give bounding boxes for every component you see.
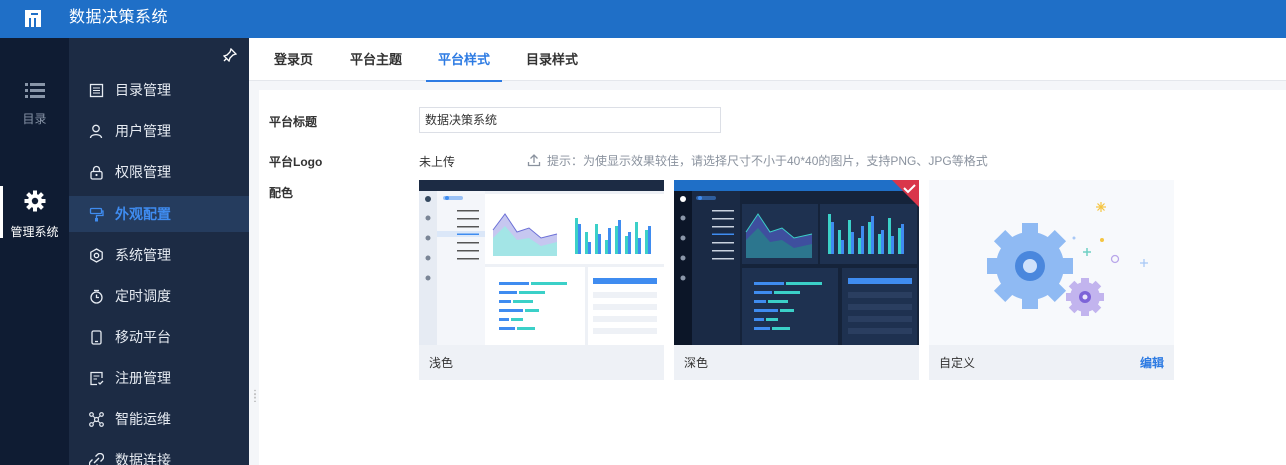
menu-item-label: 权限管理: [115, 164, 171, 180]
custom-theme-illustration: [929, 180, 1174, 345]
menu-item-permissions[interactable]: 权限管理: [69, 154, 249, 190]
lock-icon: [90, 165, 103, 180]
catalog-icon: [89, 83, 104, 98]
platform-title-input[interactable]: 数据决策系统: [419, 107, 721, 133]
menu-item-data-connection[interactable]: 数据连接: [69, 442, 249, 465]
brush-icon: [89, 207, 104, 222]
theme-card-light[interactable]: 浅色: [419, 180, 664, 380]
tab-platform-theme[interactable]: 平台主题: [350, 38, 402, 81]
upload-icon: [527, 154, 541, 167]
theme-name-light: 浅色: [429, 356, 454, 370]
menu-item-ops[interactable]: 智能运维: [69, 401, 249, 437]
panel-resize-handle[interactable]: ⋮ ⋮: [250, 390, 260, 407]
menu-item-users[interactable]: 用户管理: [69, 113, 249, 149]
register-icon: [90, 371, 104, 386]
list-icon: [24, 83, 45, 98]
timer-icon: [90, 289, 103, 304]
menu-item-mobile[interactable]: 移动平台: [69, 319, 249, 355]
dark-theme-preview: [674, 180, 919, 345]
theme-name-custom: 自定义: [939, 356, 976, 370]
management-menu: 目录管理 用户管理 权限管理 外观配置 系统管理 定时调度 移动平台 注册管理 …: [69, 38, 249, 465]
user-icon: [89, 124, 103, 139]
menu-item-label: 注册管理: [115, 370, 171, 386]
gear-icon: [24, 190, 45, 212]
menu-item-register[interactable]: 注册管理: [69, 360, 249, 396]
link-icon: [89, 453, 104, 465]
menu-item-label: 目录管理: [115, 82, 171, 98]
logo-upload-hint[interactable]: 提示：为使显示效果较佳，请选择尺寸不小于40*40的图片，支持PNG、JPG等格…: [527, 152, 988, 169]
rail-item-catalog[interactable]: 目录: [0, 80, 69, 127]
menu-item-label: 智能运维: [115, 411, 171, 427]
top-bar: 数据决策系统: [0, 0, 1286, 38]
menu-item-label: 系统管理: [115, 247, 171, 263]
settings-panel: 平台标题 数据决策系统 平台Logo 未上传 提示：为使显示效果较佳，请选择尺寸…: [259, 90, 1286, 465]
active-indicator: [0, 186, 3, 238]
menu-item-catalog[interactable]: 目录管理: [69, 72, 249, 108]
tab-login-page[interactable]: 登录页: [274, 38, 313, 81]
tab-bar: 登录页 平台主题 平台样式 目录样式: [249, 38, 1286, 82]
logo-hint-text: 提示：为使显示效果较佳，请选择尺寸不小于40*40的图片，支持PNG、JPG等格…: [547, 154, 988, 168]
platform-title-label: 平台标题: [269, 115, 318, 129]
rail-item-label: 管理系统: [10, 225, 59, 239]
menu-item-system[interactable]: 系统管理: [69, 237, 249, 273]
menu-item-label: 外观配置: [115, 206, 171, 222]
menu-item-label: 用户管理: [115, 123, 171, 139]
app-title: 数据决策系统: [69, 9, 169, 26]
rail-item-management[interactable]: 管理系统: [0, 186, 69, 240]
ops-icon: [89, 412, 104, 427]
menu-item-label: 数据连接: [115, 452, 171, 465]
theme-card-custom[interactable]: 自定义 编辑: [929, 180, 1174, 380]
rail-item-label: 目录: [22, 112, 47, 126]
pin-icon[interactable]: [223, 48, 237, 62]
settings-icon: [90, 248, 103, 263]
logo-status: 未上传: [419, 155, 456, 169]
tab-catalog-style[interactable]: 目录样式: [526, 38, 578, 81]
menu-item-label: 定时调度: [115, 288, 171, 304]
edit-custom-theme-button[interactable]: 编辑: [1140, 354, 1164, 371]
left-rail: 目录 管理系统: [0, 38, 69, 465]
mobile-icon: [91, 330, 102, 345]
tab-platform-style[interactable]: 平台样式: [425, 38, 503, 82]
theme-name-dark: 深色: [684, 356, 709, 370]
theme-card-dark[interactable]: 深色: [674, 180, 919, 380]
menu-item-schedule[interactable]: 定时调度: [69, 278, 249, 314]
platform-logo-label: 平台Logo: [269, 155, 323, 169]
menu-item-appearance[interactable]: 外观配置: [69, 196, 249, 232]
light-theme-preview: [419, 180, 664, 345]
color-scheme-label: 配色: [269, 186, 294, 200]
menu-item-label: 移动平台: [115, 329, 171, 345]
fanruan-logo-icon: [25, 10, 41, 27]
